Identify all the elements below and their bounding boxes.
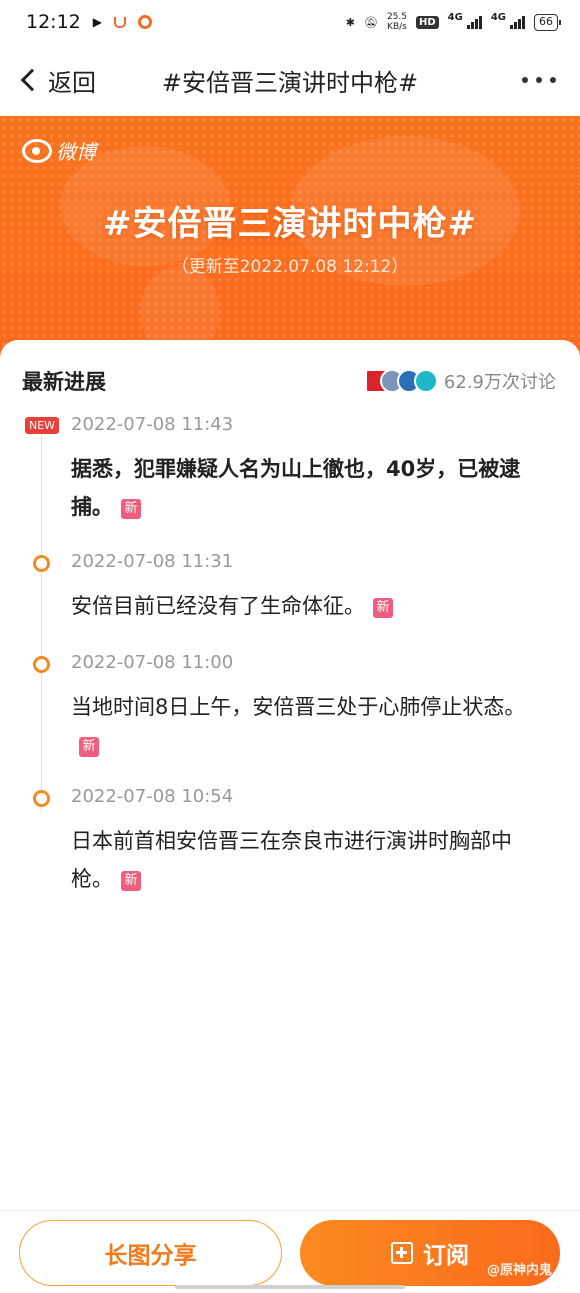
more-button[interactable]: [522, 77, 556, 83]
new-tag: 新: [79, 737, 99, 757]
participant-avatars: [364, 369, 438, 393]
bluetooth-icon: ✱: [345, 15, 355, 29]
signal-icon: [466, 15, 482, 29]
timeline-time: 2022-07-08 11:43: [71, 414, 234, 435]
share-label: 长图分享: [104, 1243, 197, 1269]
timeline-text-content: 当地时间8日上午，安倍晋三处于心肺停止状态。: [71, 695, 526, 719]
timeline-dot-icon: [33, 656, 50, 673]
weibo-logo-text: 微博: [56, 140, 96, 164]
section-title: 最新进展: [22, 370, 106, 394]
long-image-share-button[interactable]: 长图分享: [19, 1220, 282, 1286]
net-speed-unit: KB/s: [387, 22, 407, 32]
more-dot-icon: [522, 77, 528, 83]
timeline-time: 2022-07-08 11:00: [71, 652, 234, 673]
home-indicator[interactable]: [175, 1285, 405, 1289]
bottom-action-bar: 长图分享 订阅 @原神内鬼: [0, 1210, 580, 1293]
timeline-time: 2022-07-08 10:54: [71, 786, 234, 807]
hd-badge: HD: [415, 15, 439, 29]
new-badge: NEW: [25, 417, 60, 434]
new-tag: 新: [373, 598, 393, 618]
timeline-dot-icon: [33, 790, 50, 807]
plus-icon: [391, 1242, 413, 1264]
timeline-dot-icon: [33, 555, 50, 572]
app-notification-ring-icon: [138, 15, 152, 29]
play-icon: ▶: [92, 15, 102, 29]
banner-title: #安倍晋三演讲时中枪#: [103, 204, 477, 244]
battery-icon: 66: [534, 13, 561, 31]
timeline-text: 当地时间8日上午，安倍晋三处于心肺停止状态。新: [71, 688, 551, 764]
nav-bar: 返回 #安倍晋三演讲时中枪#: [0, 44, 580, 116]
signal-icon-2: [510, 15, 525, 29]
net-speed: 25.5 KB/s: [387, 12, 407, 32]
app-notification-icon: [114, 16, 126, 28]
back-button[interactable]: 返回: [0, 63, 120, 98]
discussion-count: 62.9万次讨论: [443, 372, 556, 393]
new-tag: 新: [121, 499, 141, 519]
mute-icon: 🔕︎: [363, 15, 378, 29]
network-label-1: 4G: [447, 12, 463, 23]
timeline-text: 据悉，犯罪嫌疑人名为山上徹也，40岁，已被逮捕。新: [71, 450, 551, 526]
timeline-text-content: 安倍目前已经没有了生命体征。: [71, 594, 365, 618]
discussion-summary[interactable]: 62.9万次讨论: [364, 368, 556, 394]
avatar: [413, 369, 438, 393]
timeline-line: [41, 432, 42, 812]
watermark: @原神内鬼: [486, 1263, 552, 1278]
timeline-time: 2022-07-08 11:31: [71, 551, 234, 572]
progress-card: 最新进展 62.9万次讨论 NEW 2022-07-08 11:43 据悉，犯罪…: [0, 340, 580, 1210]
status-bar: 12:12 ▶ ✱ 🔕︎ 25.5 KB/s HD 4G 4G 66: [0, 0, 580, 44]
back-label: 返回: [48, 68, 96, 97]
timeline-text: 安倍目前已经没有了生命体征。新: [71, 587, 551, 625]
net-speed-value: 25.5: [386, 12, 407, 22]
network-label-2: 4G: [490, 12, 506, 23]
new-tag: 新: [121, 871, 141, 891]
subscribe-button[interactable]: 订阅 @原神内鬼: [300, 1220, 560, 1286]
more-dot-icon: [550, 77, 556, 83]
chevron-left-icon: [20, 68, 44, 92]
weibo-logo: 微博: [22, 136, 96, 165]
topic-banner: 微博 #安倍晋三演讲时中枪# （更新至2022.07.08 12:12）: [0, 116, 580, 366]
subscribe-label: 订阅: [423, 1243, 469, 1269]
banner-update-time: （更新至2022.07.08 12:12）: [171, 257, 409, 277]
weibo-eye-icon: [22, 138, 52, 163]
more-dot-icon: [536, 77, 542, 83]
timeline-text: 日本前首相安倍晋三在奈良市进行演讲时胸部中枪。新: [71, 822, 551, 898]
status-time: 12:12: [26, 11, 81, 33]
card-header: 最新进展 62.9万次讨论: [22, 366, 556, 396]
